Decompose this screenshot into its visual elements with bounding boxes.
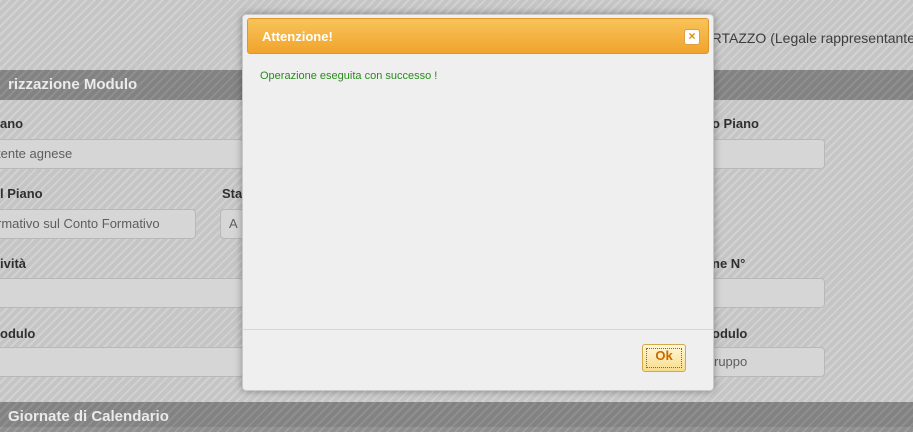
success-message: Operazione eseguita con successo ! (260, 70, 438, 82)
dialog-title: Attenzione! (262, 29, 333, 44)
dialog-header: Attenzione! × (247, 18, 709, 54)
ok-button[interactable]: Ok (642, 344, 686, 372)
close-icon[interactable]: × (684, 29, 700, 45)
dialog-footer: Ok (243, 329, 713, 390)
alert-dialog: Attenzione! × Operazione eseguita con su… (242, 14, 714, 391)
